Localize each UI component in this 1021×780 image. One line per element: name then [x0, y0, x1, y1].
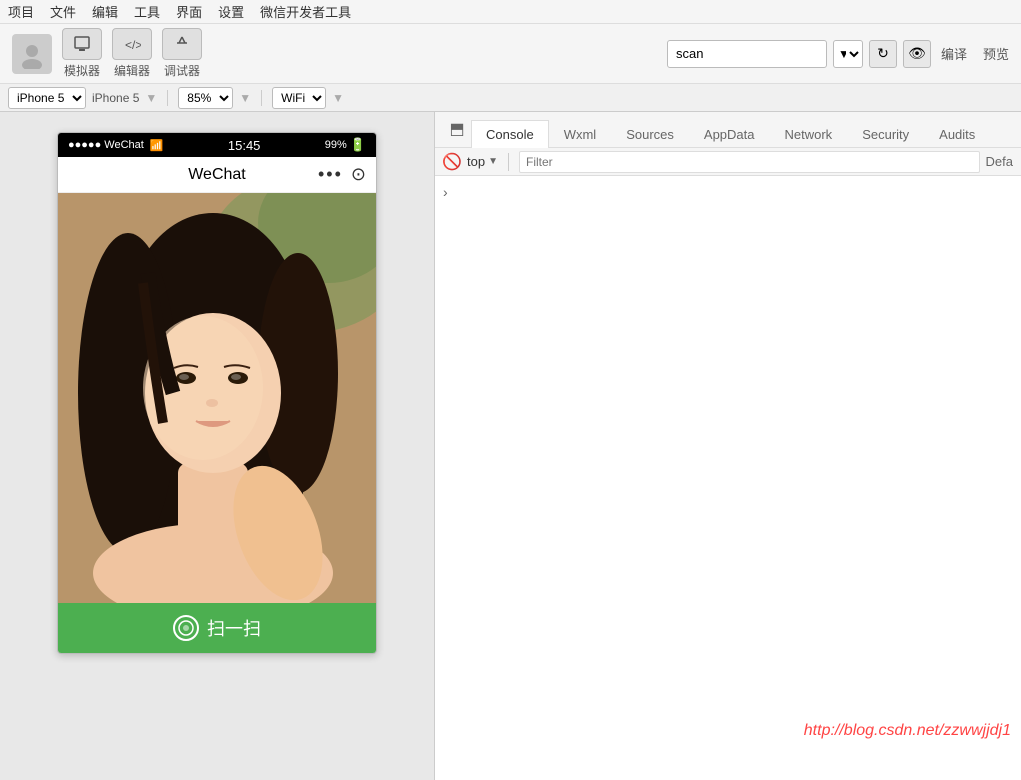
divider: [167, 90, 168, 106]
editor-label: 编辑器: [114, 62, 150, 79]
devtools-tabs: ⬒ Console Wxml Sources AppData Network S…: [435, 112, 1021, 148]
carrier-label: ●●●●● WeChat: [68, 139, 144, 151]
default-label: Defa: [986, 154, 1013, 169]
phone-signal: ●●●●● WeChat 📶: [68, 139, 164, 152]
battery-percent: 99%: [325, 139, 347, 151]
simulator-icon: [62, 28, 102, 60]
simulator-button[interactable]: 模拟器: [62, 28, 102, 79]
menu-item-ui[interactable]: 界面: [176, 2, 202, 21]
editor-button[interactable]: </> 编辑器: [112, 28, 152, 79]
editor-icon: </>: [112, 28, 152, 60]
menu-item-settings[interactable]: 设置: [218, 2, 244, 21]
search-refresh-button[interactable]: ↻: [869, 40, 897, 68]
tab-console[interactable]: Console: [471, 120, 549, 148]
device-select[interactable]: iPhone 5: [8, 87, 86, 109]
more-icon[interactable]: •••: [318, 164, 343, 185]
toolbar-divider: [508, 153, 509, 171]
console-content: › http://blog.csdn.net/zzwwjjdj1: [435, 176, 1021, 780]
menu-bar: 项目 文件 编辑 工具 界面 设置 微信开发者工具: [0, 0, 1021, 24]
tab-audits[interactable]: Audits: [924, 120, 990, 148]
phone-title-icons: ••• ⊙: [318, 164, 366, 185]
phone-title-bar: WeChat ••• ⊙: [58, 157, 376, 193]
toolbar: 模拟器 </> 编辑器 调试器 ▼ ↻ 👁 编译 预览: [0, 24, 1021, 84]
left-panel: ●●●●● WeChat 📶 15:45 99% 🔋 WeChat ••• ⊙: [0, 112, 435, 780]
phone-time: 15:45: [228, 138, 261, 153]
console-toolbar: 🚫 top ▼ Defa: [435, 148, 1021, 176]
target-icon[interactable]: ⊙: [351, 164, 366, 185]
menu-item-wechat[interactable]: 微信开发者工具: [260, 2, 351, 21]
phone-content-image: [58, 193, 376, 603]
menu-item-project[interactable]: 项目: [8, 2, 34, 21]
phone-mockup: ●●●●● WeChat 📶 15:45 99% 🔋 WeChat ••• ⊙: [57, 132, 377, 654]
tab-security[interactable]: Security: [847, 120, 924, 148]
debugger-icon: [162, 28, 202, 60]
scan-button[interactable]: 扫一扫: [58, 603, 376, 653]
svg-text:</>: </>: [125, 38, 141, 52]
phone-battery-area: 99% 🔋: [325, 137, 366, 153]
phone-container: ●●●●● WeChat 📶 15:45 99% 🔋 WeChat ••• ⊙: [0, 112, 434, 780]
wifi-icon: 📶: [150, 139, 164, 152]
debugger-button[interactable]: 调试器: [162, 28, 202, 79]
device-name-label: iPhone 5: [92, 91, 139, 105]
simulator-label: 模拟器: [64, 62, 100, 79]
preview-button[interactable]: 预览: [983, 44, 1009, 63]
devtools-navigate-icon[interactable]: ⬒: [443, 115, 471, 143]
divider2: [261, 90, 262, 106]
phone-status-bar: ●●●●● WeChat 📶 15:45 99% 🔋: [58, 133, 376, 157]
search-eye-button[interactable]: 👁: [903, 40, 931, 68]
search-type-select[interactable]: ▼: [833, 40, 863, 68]
watermark-url: http://blog.csdn.net/zzwwjjdj1: [804, 722, 1011, 740]
filter-input[interactable]: [519, 151, 980, 173]
device-controls-bar: iPhone 5 iPhone 5 ▼ 85% ▼ WiFi ▼: [0, 84, 1021, 112]
context-dropdown-arrow: ▼: [488, 156, 498, 167]
phone-title: WeChat: [188, 166, 246, 184]
menu-item-tools[interactable]: 工具: [134, 2, 160, 21]
context-label: top: [467, 154, 485, 169]
scan-button-icon: [173, 615, 199, 641]
tab-appdata[interactable]: AppData: [689, 120, 770, 148]
toolbar-actions: 编译 预览: [941, 44, 1009, 63]
menu-item-file[interactable]: 文件: [50, 2, 76, 21]
translate-button[interactable]: 编译: [941, 44, 967, 63]
tab-wxml[interactable]: Wxml: [549, 120, 612, 148]
battery-icon: 🔋: [350, 137, 366, 153]
context-selector[interactable]: top ▼: [467, 154, 498, 169]
tab-sources[interactable]: Sources: [611, 120, 689, 148]
console-chevron[interactable]: ›: [443, 184, 448, 200]
no-entry-icon[interactable]: 🚫: [443, 153, 461, 171]
search-area: ▼ ↻ 👁: [667, 40, 931, 68]
tab-network[interactable]: Network: [770, 120, 848, 148]
main-area: ●●●●● WeChat 📶 15:45 99% 🔋 WeChat ••• ⊙: [0, 112, 1021, 780]
network-select[interactable]: WiFi: [272, 87, 326, 109]
scan-label: 扫一扫: [207, 615, 261, 641]
menu-item-edit[interactable]: 编辑: [92, 2, 118, 21]
zoom-select[interactable]: 85%: [178, 87, 233, 109]
debugger-label: 调试器: [164, 62, 200, 79]
devtools-panel: ⬒ Console Wxml Sources AppData Network S…: [435, 112, 1021, 780]
avatar: [12, 34, 52, 74]
search-input[interactable]: [667, 40, 827, 68]
